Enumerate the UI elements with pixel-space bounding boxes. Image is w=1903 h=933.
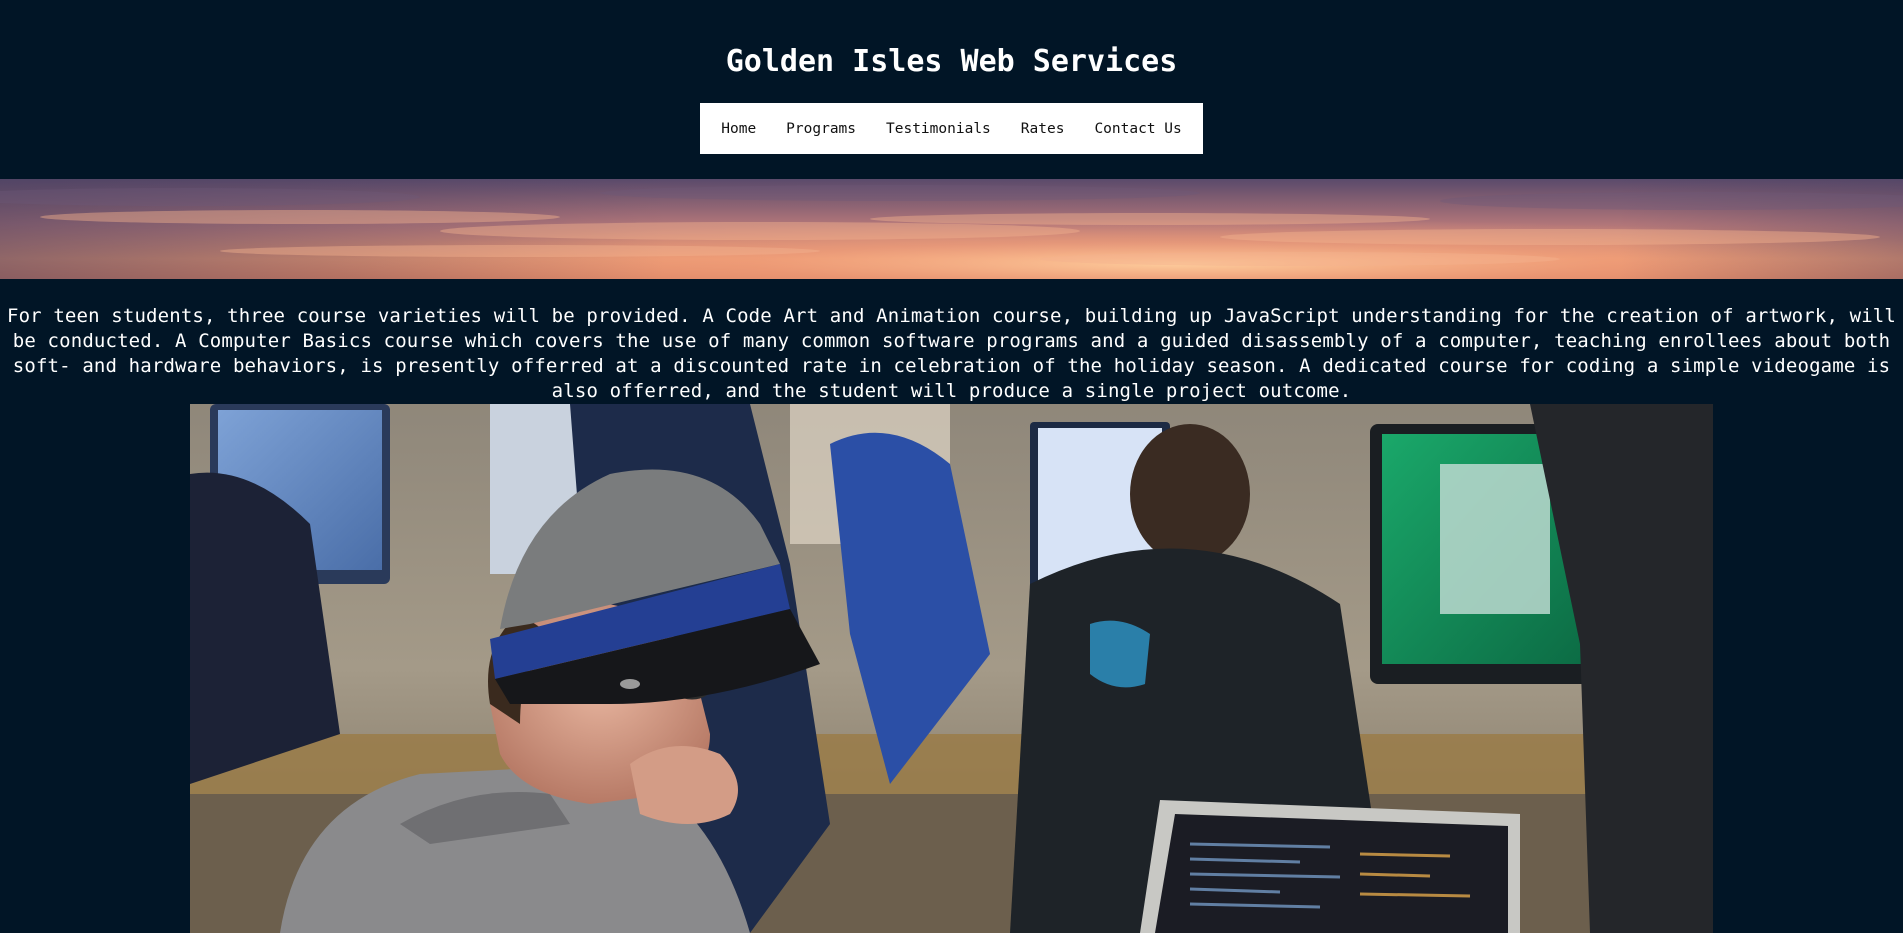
site-title: Golden Isles Web Services (725, 44, 1178, 79)
nav-link-rates[interactable]: Rates (1006, 121, 1080, 137)
student-classroom-photo (190, 404, 1713, 933)
nav-link-contact-us[interactable]: Contact Us (1079, 121, 1196, 137)
nav-link-testimonials[interactable]: Testimonials (871, 121, 1006, 137)
sunset-banner-image (0, 179, 1903, 279)
site-header: Golden Isles Web Services Home Programs … (0, 0, 1903, 178)
nav-link-programs[interactable]: Programs (771, 121, 871, 137)
main-nav: Home Programs Testimonials Rates Contact… (700, 103, 1203, 154)
nav-link-home[interactable]: Home (706, 121, 771, 137)
programs-intro-paragraph: For teen students, three course varietie… (6, 305, 1896, 402)
